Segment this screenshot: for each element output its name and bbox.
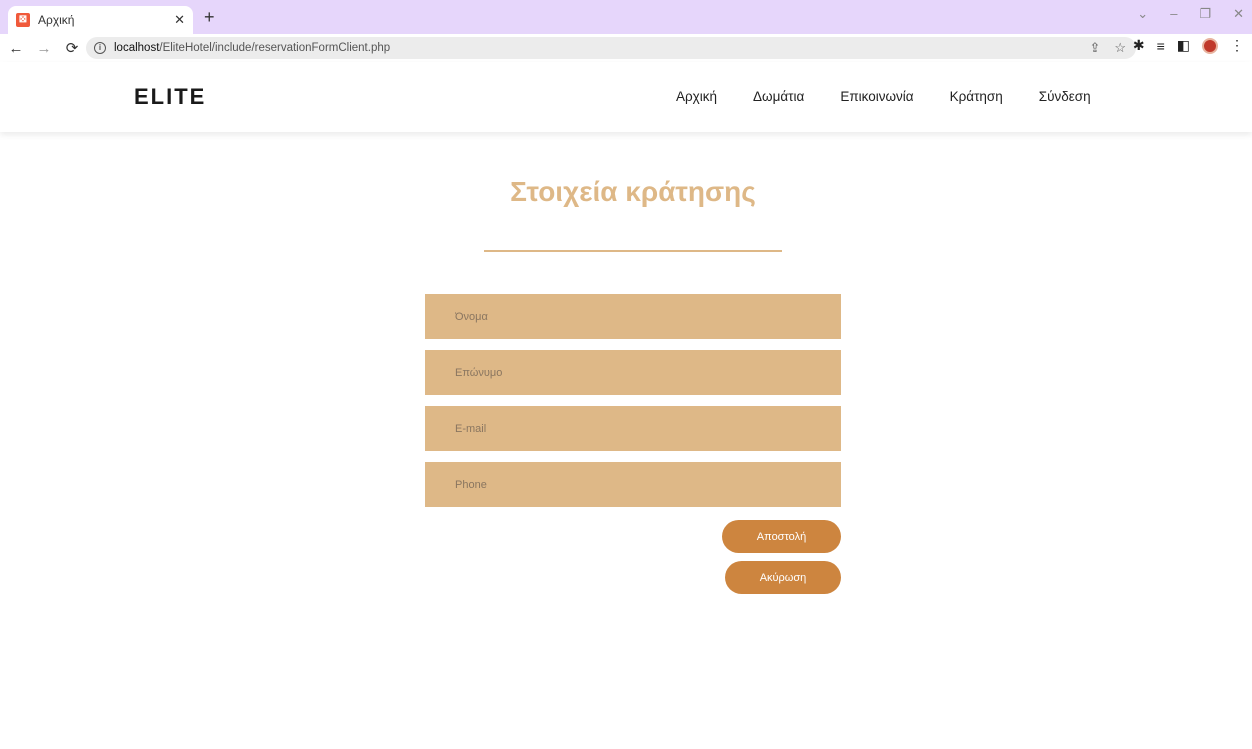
tab-title: Αρχική xyxy=(38,13,75,27)
info-icon[interactable]: i xyxy=(94,42,106,54)
cancel-button[interactable]: Ακύρωση xyxy=(725,561,841,594)
new-tab-icon[interactable]: + xyxy=(204,7,215,28)
share-icon[interactable]: ⇪ xyxy=(1089,40,1100,56)
first-name-input[interactable] xyxy=(425,294,841,339)
email-input[interactable] xyxy=(425,406,841,451)
menu-kebab-icon[interactable]: ⋮ xyxy=(1230,37,1244,54)
nav-login[interactable]: Σύνδεση xyxy=(1039,89,1091,104)
phone-input[interactable] xyxy=(425,462,841,507)
last-name-input[interactable] xyxy=(425,350,841,395)
forward-icon[interactable]: → xyxy=(32,40,56,57)
close-window-icon[interactable]: ✕ xyxy=(1233,6,1244,22)
nav-rooms[interactable]: Δωμάτια xyxy=(753,89,804,104)
browser-tab[interactable]: ⊠ Αρχική ✕ xyxy=(8,6,193,34)
reservation-form xyxy=(425,294,841,518)
window-controls: ⌄ – ❐ ✕ xyxy=(1137,6,1244,22)
address-bar[interactable]: i localhost/EliteHotel/include/reservati… xyxy=(86,37,1136,59)
reading-list-icon[interactable]: ≡ xyxy=(1157,38,1165,54)
close-tab-icon[interactable]: ✕ xyxy=(174,12,185,28)
restore-icon[interactable]: ❐ xyxy=(1199,6,1211,22)
profile-avatar[interactable] xyxy=(1202,37,1218,54)
puzzle-icon[interactable]: ✱ xyxy=(1133,37,1145,54)
extension-bar: ✱ ≡ ◧ ⋮ xyxy=(1133,37,1244,54)
nav-home[interactable]: Αρχική xyxy=(676,89,717,104)
title-divider xyxy=(484,250,782,252)
main-nav: Αρχική Δωμάτια Επικοινωνία Κράτηση Σύνδε… xyxy=(676,89,1091,104)
browser-toolbar: ← → ⟳ i localhost/EliteHotel/include/res… xyxy=(0,34,1252,62)
site-header: ELITE Αρχική Δωμάτια Επικοινωνία Κράτηση… xyxy=(0,62,1252,132)
reload-icon[interactable]: ⟳ xyxy=(60,39,84,57)
nav-contact[interactable]: Επικοινωνία xyxy=(840,89,913,104)
chevron-down-icon[interactable]: ⌄ xyxy=(1137,6,1148,22)
side-panel-icon[interactable]: ◧ xyxy=(1177,37,1190,54)
submit-button[interactable]: Αποστολή xyxy=(722,520,841,553)
minimize-icon[interactable]: – xyxy=(1170,6,1177,22)
nav-reservation[interactable]: Κράτηση xyxy=(950,89,1003,104)
url-text: localhost/EliteHotel/include/reservation… xyxy=(114,42,391,54)
page-title: Στοιχεία κράτησης xyxy=(510,176,756,207)
browser-tabstrip: ⊠ Αρχική ✕ + ⌄ – ❐ ✕ xyxy=(0,0,1252,34)
back-icon[interactable]: ← xyxy=(4,40,28,57)
site-logo[interactable]: ELITE xyxy=(134,84,206,110)
bookmark-star-icon[interactable]: ☆ xyxy=(1114,40,1126,56)
omnibox-actions: ⇪ ☆ xyxy=(1089,40,1126,56)
xampp-favicon-icon: ⊠ xyxy=(16,13,30,27)
